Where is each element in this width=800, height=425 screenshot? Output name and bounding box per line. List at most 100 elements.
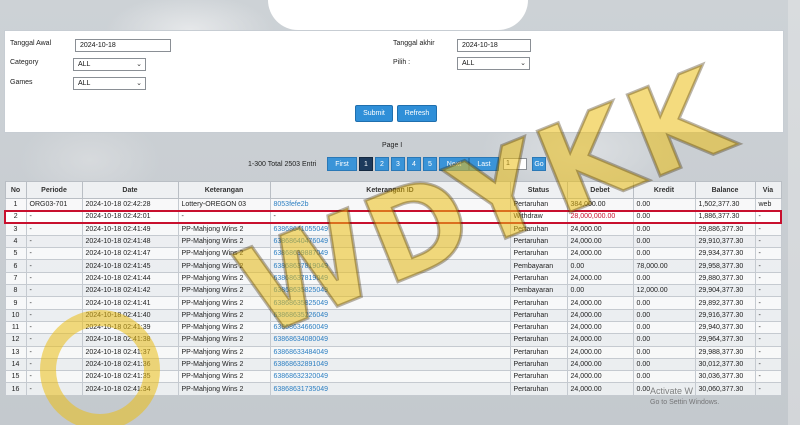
cell-balance: 1,886,377.30 [694, 209, 756, 225]
table-row[interactable]: 10-2024-10-18 02:41:40 PP-Mahjong Wins 26… [4, 308, 782, 322]
header-date[interactable]: Date [81, 181, 179, 199]
table-row[interactable]: 2-2024-10-18 02:42:01- - Withdraw 28,000,00… [4, 209, 782, 225]
submit-button[interactable]: Submit [355, 105, 393, 122]
header-keterangan[interactable]: Keterangan [177, 181, 271, 199]
cell-no: 12 [4, 333, 27, 347]
cell-status: Pertaruhan [509, 333, 568, 347]
cell-date: 2024-10-18 02:42:01 [81, 209, 179, 225]
cell-keterangan-id[interactable]: 63868633484049 [269, 345, 511, 359]
cell-balance: 29,958,377.30 [694, 259, 756, 273]
cell-kredit: 12,000.00 [632, 284, 696, 298]
cell-date: 2024-10-18 02:41:38 [81, 333, 179, 347]
page-button-5[interactable]: 5 [423, 157, 437, 171]
cell-no: 14 [4, 357, 27, 372]
cell-no: 13 [4, 345, 27, 359]
header-via[interactable]: Via [754, 181, 782, 199]
cell-periode: - [25, 234, 83, 249]
cell-keterangan-id[interactable]: 63868640476049 [269, 234, 511, 249]
cell-kredit: 0.00 [632, 209, 696, 225]
cell-keterangan-id[interactable]: 63868635825049 [269, 284, 511, 298]
table-row[interactable]: 4-2024-10-18 02:41:48 PP-Mahjong Wins 2 63… [4, 234, 782, 249]
cell-keterangan-id[interactable]: 63868635825049 [269, 296, 511, 310]
cell-keterangan: PP-Mahjong Wins 2 [177, 382, 271, 396]
cell-balance: 30,036,377.30 [694, 370, 756, 384]
cell-keterangan-id[interactable]: 63868634080049 [269, 333, 511, 347]
tanggal-akhir-input[interactable]: 2024-10-18 [457, 39, 531, 52]
cell-no: 1 [4, 197, 27, 212]
table-row[interactable]: 12-2024-10-18 02:41:38 PP-Mahjong Wins 26… [4, 333, 782, 347]
cell-keterangan: PP-Mahjong Wins 2 [177, 259, 271, 273]
table-row[interactable]: 14-2024-10-18 02:41:36 PP-Mahjong Wins 26… [4, 357, 782, 372]
cell-kredit: 0.00 [632, 296, 696, 310]
activate-windows-subtitle: Go to Settin Windows. [650, 399, 720, 406]
cell-keterangan-id[interactable]: 63868637819049 [269, 259, 511, 273]
cell-debet: 384,000.00 [566, 197, 634, 212]
page-scrollbar[interactable] [788, 0, 800, 425]
cell-kredit: 0.00 [632, 333, 696, 347]
table-row[interactable]: 8-2024-10-18 02:41:42 PP-Mahjong Wins 2 63… [4, 284, 782, 298]
last-page-button[interactable]: Last [469, 157, 499, 171]
cell-kredit: 0.00 [632, 370, 696, 384]
cell-keterangan-id[interactable]: 63868631735049 [269, 382, 511, 396]
cell-via: - [754, 222, 782, 236]
pilih-select[interactable]: ALL ⌄ [457, 57, 530, 70]
cell-debet: 24,000.00 [566, 357, 634, 372]
cell-keterangan-id[interactable]: 63868635226049 [269, 308, 511, 322]
go-button[interactable]: Go [532, 157, 546, 171]
page-button-1[interactable]: 1 [359, 157, 373, 171]
cell-keterangan-id: - [269, 209, 511, 225]
tanggal-awal-input[interactable]: 2024-10-18 [75, 39, 171, 52]
refresh-button[interactable]: Refresh [397, 105, 437, 122]
table-row[interactable]: 15-2024-10-18 02:41:35 PP-Mahjong Wins 26… [4, 370, 782, 384]
cell-keterangan-id[interactable]: 63868632320049 [269, 370, 511, 384]
cell-date: 2024-10-18 02:41:37 [81, 345, 179, 359]
header-debet[interactable]: Debet [566, 181, 634, 199]
cell-no: 11 [4, 320, 27, 335]
header-balance[interactable]: Balance [694, 181, 756, 199]
goto-page-input[interactable]: 1 [503, 158, 527, 170]
header-keterangan-id[interactable]: Keterangan ID [269, 181, 511, 199]
header-banner [268, 0, 528, 30]
header-periode[interactable]: Periode [25, 181, 83, 199]
page-button-4[interactable]: 4 [407, 157, 421, 171]
cell-debet: 0.00 [566, 284, 634, 298]
page-button-3[interactable]: 3 [391, 157, 405, 171]
cell-status: Pertaruhan [509, 296, 568, 310]
header-status[interactable]: Status [509, 181, 568, 199]
games-select-value: ALL [78, 80, 91, 87]
filter-panel: Tanggal Awal 2024-10-18 Tanggal akhir 20… [4, 30, 784, 133]
cell-date: 2024-10-18 02:42:28 [81, 197, 179, 212]
cell-keterangan-id[interactable]: 8053fefe2b [269, 197, 511, 212]
cell-balance: 29,904,377.30 [694, 284, 756, 298]
page-button-2[interactable]: 2 [375, 157, 389, 171]
next-page-button[interactable]: Next [439, 157, 469, 171]
category-select[interactable]: ALL ⌄ [73, 58, 146, 71]
cell-keterangan-id[interactable]: 63868639887049 [269, 247, 511, 261]
cell-kredit: 0.00 [632, 197, 696, 212]
table-row[interactable]: 3-2024-10-18 02:41:49 PP-Mahjong Wins 2 63… [4, 222, 782, 236]
games-select[interactable]: ALL ⌄ [73, 77, 146, 90]
first-page-button[interactable]: First [327, 157, 357, 171]
cell-keterangan-id[interactable]: 63868641055049 [269, 222, 511, 236]
cell-via: - [754, 382, 782, 396]
table-row[interactable]: 1 ORG03-701 2024-10-18 02:42:28 Lottery-ORE… [4, 197, 782, 212]
cell-keterangan-id[interactable]: 63868632891049 [269, 357, 511, 372]
table-row[interactable]: 7-2024-10-18 02:41:44 PP-Mahjong Wins 2 63… [4, 271, 782, 286]
table-row[interactable]: 6-2024-10-18 02:41:45 PP-Mahjong Wins 2 63… [4, 259, 782, 273]
cell-debet: 24,000.00 [566, 382, 634, 396]
cell-debet: 24,000.00 [566, 271, 634, 286]
cell-via: - [754, 308, 782, 322]
transactions-table: No Periode Date Keterangan Keterangan ID… [4, 181, 782, 396]
table-row[interactable]: 13-2024-10-18 02:41:37 PP-Mahjong Wins 26… [4, 345, 782, 359]
cell-balance: 29,886,377.30 [694, 222, 756, 236]
table-row[interactable]: 9-2024-10-18 02:41:41 PP-Mahjong Wins 2 63… [4, 296, 782, 310]
table-row[interactable]: 11-2024-10-18 02:41:39 PP-Mahjong Wins 26… [4, 320, 782, 335]
header-kredit[interactable]: Kredit [632, 181, 696, 199]
cell-keterangan-id[interactable]: 63868637819049 [269, 271, 511, 286]
cell-keterangan-id[interactable]: 63868634660049 [269, 320, 511, 335]
table-row[interactable]: 5-2024-10-18 02:41:47 PP-Mahjong Wins 2 63… [4, 247, 782, 261]
cell-status: Pertaruhan [509, 271, 568, 286]
cell-no: 2 [4, 209, 27, 225]
cell-keterangan: PP-Mahjong Wins 2 [177, 247, 271, 261]
header-no[interactable]: No [4, 181, 27, 199]
